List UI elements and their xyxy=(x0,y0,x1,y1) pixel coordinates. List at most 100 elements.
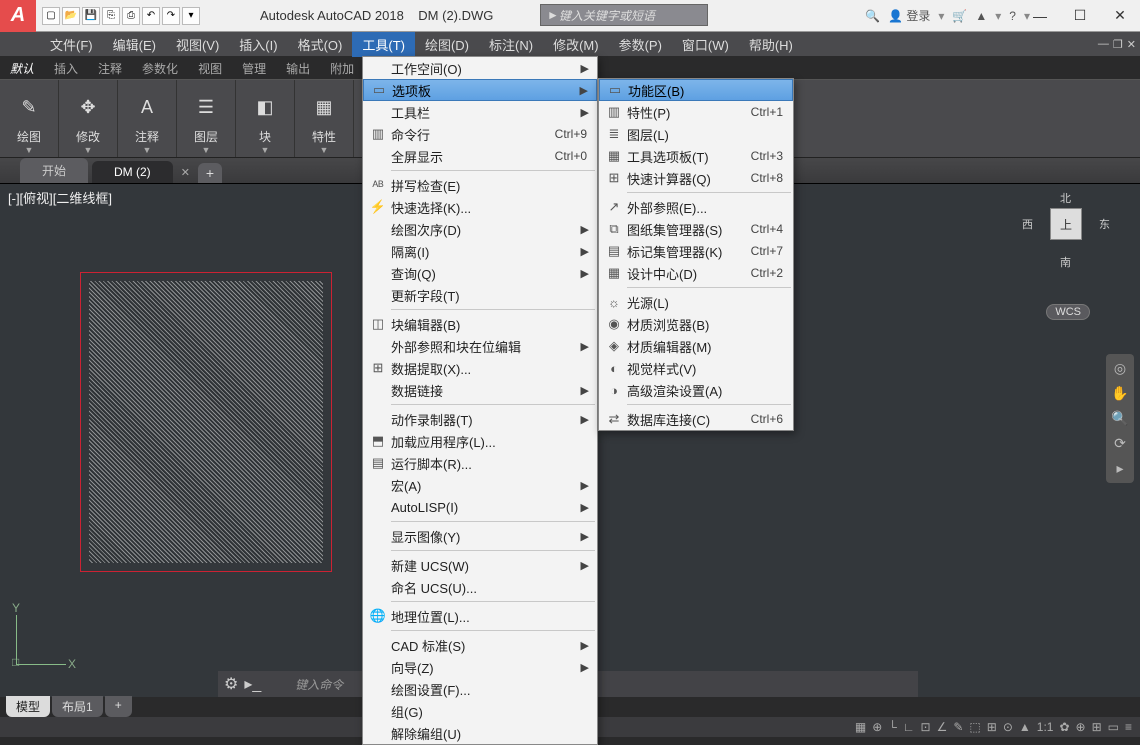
layout-tab-1[interactable]: 布局1 xyxy=(52,696,103,717)
wcs-badge[interactable]: WCS xyxy=(1046,304,1090,320)
qat-undo-icon[interactable]: ↶ xyxy=(142,7,160,25)
doc-tab-start[interactable]: 开始 xyxy=(20,158,88,183)
status-item-10[interactable]: ▲ xyxy=(1019,720,1031,734)
ribbon-panel-修改[interactable]: ✥修改▼ xyxy=(59,80,118,157)
menu-item[interactable]: 数据链接▶ xyxy=(363,379,597,401)
menu-item[interactable]: ◈材质编辑器(M) xyxy=(599,335,793,357)
menu-item[interactable]: ▭功能区(B) xyxy=(599,79,793,101)
menu-item[interactable]: 🌐地理位置(L)... xyxy=(363,605,597,627)
nav-orbit-icon[interactable]: ⟳ xyxy=(1114,435,1126,452)
menu-item[interactable]: 解除编组(U) xyxy=(363,722,597,744)
status-item-14[interactable]: ⊞ xyxy=(1092,720,1102,734)
status-item-2[interactable]: └ xyxy=(888,720,897,734)
app-icon[interactable]: ▲ xyxy=(975,9,987,23)
status-item-15[interactable]: ▭ xyxy=(1108,720,1119,734)
qat-plot-icon[interactable]: ⎙ xyxy=(122,7,140,25)
ribbon-tab-0[interactable]: 默认 xyxy=(0,56,44,79)
menu-item[interactable]: 动作录制器(T)▶ xyxy=(363,408,597,430)
ribbon-tab-2[interactable]: 注释 xyxy=(88,56,132,79)
status-item-9[interactable]: ⊙ xyxy=(1003,720,1013,734)
menu-item[interactable]: ▤标记集管理器(K)Ctrl+7 xyxy=(599,240,793,262)
ribbon-tab-6[interactable]: 输出 xyxy=(276,56,320,79)
viewcube[interactable]: 上 北 南 东 西 xyxy=(1036,194,1096,254)
menu-item[interactable]: 工具栏▶ xyxy=(363,101,597,123)
menu-item[interactable]: ◉材质浏览器(B) xyxy=(599,313,793,335)
ribbon-panel-图层[interactable]: ☰图层▼ xyxy=(177,80,236,157)
nav-zoom-icon[interactable]: 🔍 xyxy=(1111,410,1128,427)
menu-item[interactable]: ⊞快速计算器(Q)Ctrl+8 xyxy=(599,167,793,189)
menu-3[interactable]: 插入(I) xyxy=(229,32,287,57)
status-item-13[interactable]: ⊕ xyxy=(1076,720,1086,734)
ribbon-panel-注释[interactable]: A注释▼ xyxy=(118,80,177,157)
status-item-3[interactable]: ∟ xyxy=(903,720,915,734)
menu-item[interactable]: ⬒加载应用程序(L)... xyxy=(363,430,597,452)
nav-wheel-icon[interactable]: ◎ xyxy=(1114,360,1126,377)
minimize-button[interactable]: — xyxy=(1020,2,1060,30)
menu-item[interactable]: ᴬᴮ拼写检查(E) xyxy=(363,174,597,196)
menu-item[interactable]: 向导(Z)▶ xyxy=(363,656,597,678)
menu-7[interactable]: 标注(N) xyxy=(479,32,543,57)
menu-item[interactable]: ▦工具选项板(T)Ctrl+3 xyxy=(599,145,793,167)
menu-item[interactable]: ▥特性(P)Ctrl+1 xyxy=(599,101,793,123)
status-item-1[interactable]: ⊕ xyxy=(872,720,882,734)
status-item-4[interactable]: ⊡ xyxy=(921,720,931,734)
infocenter-icon[interactable]: 🔍 xyxy=(865,9,880,23)
ribbon-tab-5[interactable]: 管理 xyxy=(232,56,276,79)
status-item-16[interactable]: ≡ xyxy=(1125,720,1132,734)
menu-item[interactable]: 显示图像(Y)▶ xyxy=(363,525,597,547)
qat-redo-icon[interactable]: ↷ xyxy=(162,7,180,25)
menu-item[interactable]: 绘图设置(F)... xyxy=(363,678,597,700)
menu-item[interactable]: 隔离(I)▶ xyxy=(363,240,597,262)
status-item-8[interactable]: ⊞ xyxy=(987,720,997,734)
menu-item[interactable]: 查询(Q)▶ xyxy=(363,262,597,284)
close-button[interactable]: ✕ xyxy=(1100,2,1140,30)
menu-item[interactable]: 组(G) xyxy=(363,700,597,722)
status-item-5[interactable]: ∠ xyxy=(937,720,948,734)
menu-item[interactable]: 绘图次序(D)▶ xyxy=(363,218,597,240)
menu-item[interactable]: ▦设计中心(D)Ctrl+2 xyxy=(599,262,793,284)
menu-item[interactable]: ☼光源(L) xyxy=(599,291,793,313)
ribbon-tab-7[interactable]: 附加 xyxy=(320,56,364,79)
menu-item[interactable]: ◐视觉样式(V) xyxy=(599,357,793,379)
doc-restore-icon[interactable]: ❐ xyxy=(1113,38,1123,51)
ribbon-tab-1[interactable]: 插入 xyxy=(44,56,88,79)
status-item-7[interactable]: ⬚ xyxy=(969,720,980,734)
signin-button[interactable]: 👤 登录 xyxy=(888,7,930,24)
qat-save-icon[interactable]: 💾 xyxy=(82,7,100,25)
maximize-button[interactable]: ☐ xyxy=(1060,2,1100,30)
menu-1[interactable]: 编辑(E) xyxy=(103,32,166,57)
menu-5[interactable]: 工具(T) xyxy=(352,32,415,57)
status-item-11[interactable]: 1:1 xyxy=(1037,720,1054,734)
layout-tab-add[interactable]: + xyxy=(105,696,132,717)
ribbon-tab-3[interactable]: 参数化 xyxy=(132,56,188,79)
qat-more-icon[interactable]: ▾ xyxy=(182,7,200,25)
menu-item[interactable]: 命名 UCS(U)... xyxy=(363,576,597,598)
menu-item[interactable]: 更新字段(T) xyxy=(363,284,597,306)
nav-pan-icon[interactable]: ✋ xyxy=(1111,385,1128,402)
viewcube-top[interactable]: 上 xyxy=(1050,208,1082,240)
nav-showmotion-icon[interactable]: ▸ xyxy=(1116,460,1123,477)
menu-2[interactable]: 视图(V) xyxy=(166,32,229,57)
ribbon-panel-绘图[interactable]: ✎绘图▼ xyxy=(0,80,59,157)
menu-item[interactable]: ⊞数据提取(X)... xyxy=(363,357,597,379)
qat-new-icon[interactable]: ▢ xyxy=(42,7,60,25)
menu-item[interactable]: ≣图层(L) xyxy=(599,123,793,145)
ucs-icon[interactable]: Y X □ xyxy=(16,605,76,665)
doc-close-icon[interactable]: ✕ xyxy=(1127,38,1136,51)
menu-item[interactable]: ⚡快速选择(K)... xyxy=(363,196,597,218)
menu-item[interactable]: ↗外部参照(E)... xyxy=(599,196,793,218)
qat-saveas-icon[interactable]: ⎘ xyxy=(102,7,120,25)
app-logo[interactable]: A xyxy=(0,0,36,32)
menu-item[interactable]: CAD 标准(S)▶ xyxy=(363,634,597,656)
layout-tab-model[interactable]: 模型 xyxy=(6,696,50,717)
menu-item[interactable]: ◫块编辑器(B) xyxy=(363,313,597,335)
menu-item[interactable]: 新建 UCS(W)▶ xyxy=(363,554,597,576)
menu-item[interactable]: ◑高级渲染设置(A) xyxy=(599,379,793,401)
status-item-12[interactable]: ✿ xyxy=(1059,720,1069,734)
menu-item[interactable]: ▭选项板▶ xyxy=(363,79,597,101)
menu-item[interactable]: 工作空间(O)▶ xyxy=(363,57,597,79)
menu-4[interactable]: 格式(O) xyxy=(288,32,353,57)
menu-item[interactable]: ▥命令行Ctrl+9 xyxy=(363,123,597,145)
doc-tab-add[interactable]: + xyxy=(198,163,222,183)
doc-tab-current[interactable]: DM (2) xyxy=(92,161,173,183)
